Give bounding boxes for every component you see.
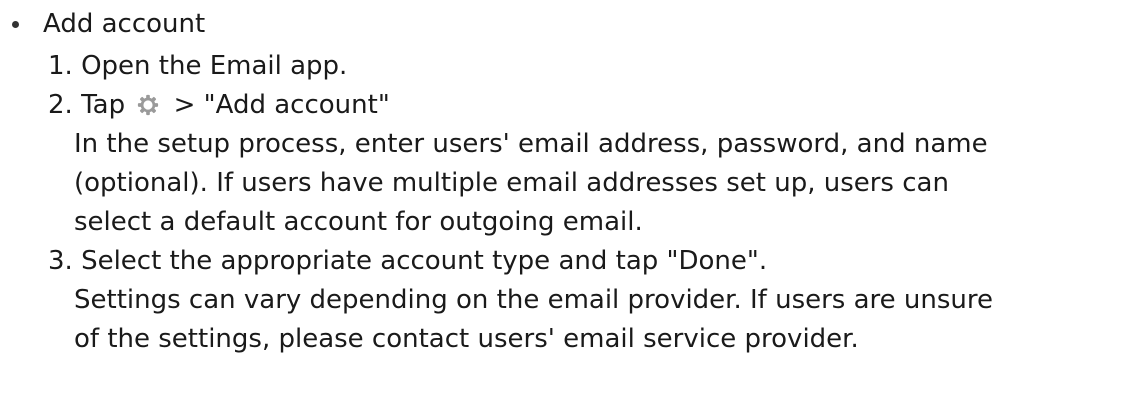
step-3-text: Select the appropriate account type and … bbox=[81, 246, 768, 276]
bullet-icon bbox=[12, 20, 19, 28]
step-2-description-line: select a default account for outgoing em… bbox=[74, 207, 643, 237]
step-2-description: In the setup process, enter users' email… bbox=[48, 126, 1128, 243]
step-2: 2. Tap > "Add account" bbox=[48, 87, 1128, 126]
section-title: Add account bbox=[43, 9, 206, 39]
instruction-document: Add account 1. Open the Email app. 2. Ta… bbox=[0, 0, 1134, 407]
step-1: 1. Open the Email app. bbox=[48, 48, 1128, 87]
step-3-description-line: Settings can vary depending on the email… bbox=[74, 285, 994, 315]
step-1-text: Open the Email app. bbox=[81, 51, 348, 81]
section-heading-row: Add account bbox=[10, 6, 205, 42]
settings-gear-icon bbox=[138, 94, 159, 116]
step-2-description-line: In the setup process, enter users' email… bbox=[74, 129, 988, 159]
step-3: 3. Select the appropriate account type a… bbox=[48, 243, 1128, 282]
step-2-description-line: (optional). If users have multiple email… bbox=[74, 168, 949, 198]
step-3-number: 3. bbox=[48, 246, 73, 276]
step-2-number: 2. bbox=[48, 90, 73, 120]
step-3-description-line: of the settings, please contact users' e… bbox=[74, 324, 859, 354]
step-2-text-after-icon: > "Add account" bbox=[173, 90, 390, 120]
step-3-description: Settings can vary depending on the email… bbox=[48, 282, 1128, 360]
step-list: 1. Open the Email app. 2. Tap > "Add acc… bbox=[48, 48, 1128, 360]
step-2-text-before-icon: Tap bbox=[81, 90, 126, 120]
step-1-number: 1. bbox=[48, 51, 73, 81]
